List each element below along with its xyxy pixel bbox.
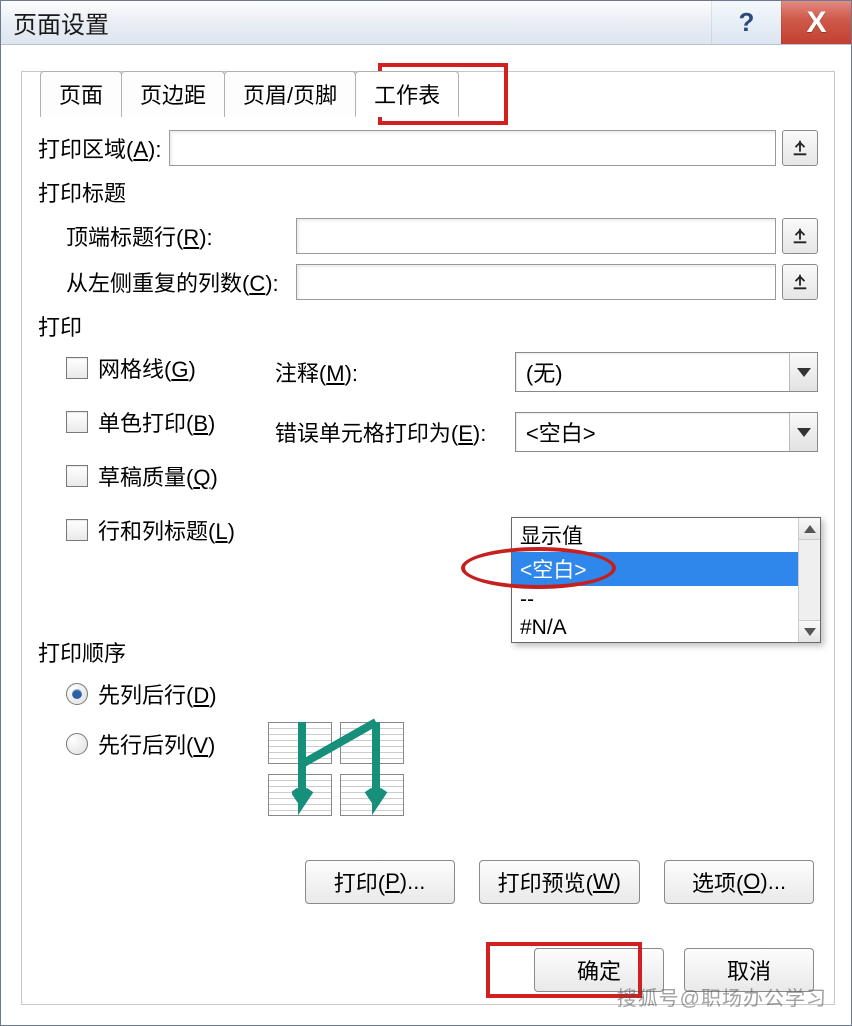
print-titles-label: 打印标题 <box>38 176 818 208</box>
black-white-checkbox[interactable]: 单色打印(B) <box>66 406 235 438</box>
close-icon: X <box>806 6 826 40</box>
comments-combo[interactable]: (无) <box>515 352 818 392</box>
print-section-label: 打印 <box>38 310 818 342</box>
draft-quality-checkbox[interactable]: 草稿质量(Q) <box>66 460 235 492</box>
print-button[interactable]: 打印(P)... <box>305 860 455 904</box>
radio-circle <box>66 683 88 705</box>
draft-quality-label: 草稿质量(Q) <box>98 460 218 492</box>
print-area-ref-button[interactable] <box>782 130 818 166</box>
errors-value: <空白> <box>526 416 596 448</box>
help-button[interactable]: ? <box>711 1 781 44</box>
tab-worksheet[interactable]: 工作表 <box>355 71 459 117</box>
gridlines-label: 网格线(G) <box>98 352 196 384</box>
checkbox-box <box>66 357 88 379</box>
top-rows-input[interactable] <box>296 218 776 254</box>
tab-header-footer[interactable]: 页眉/页脚 <box>224 71 356 117</box>
checkbox-box <box>66 411 88 433</box>
scroll-up-icon[interactable] <box>799 518 820 540</box>
collapse-icon <box>791 139 809 157</box>
ok-button[interactable]: 确定 <box>534 948 664 992</box>
checkbox-box <box>66 465 88 487</box>
dropdown-item-na[interactable]: #N/A <box>512 614 820 642</box>
over-then-down-label: 先行后列(V) <box>98 728 215 760</box>
chevron-down-icon <box>789 413 817 451</box>
row-col-headers-checkbox[interactable]: 行和列标题(L) <box>66 514 235 546</box>
dropdown-item-blank[interactable]: <空白> <box>512 552 820 586</box>
checkbox-box <box>66 519 88 541</box>
comments-value: (无) <box>526 356 563 388</box>
preview-sheet <box>268 722 332 764</box>
errors-label: 错误单元格打印为(E): <box>275 416 505 448</box>
print-preview-button[interactable]: 打印预览(W) <box>479 860 640 904</box>
gridlines-checkbox[interactable]: 网格线(G) <box>66 352 235 384</box>
collapse-icon <box>791 273 809 291</box>
preview-sheet <box>268 774 332 816</box>
collapse-icon <box>791 227 809 245</box>
down-then-over-label: 先列后行(D) <box>98 678 217 710</box>
left-cols-ref-button[interactable] <box>782 264 818 300</box>
dialog-content: 页面 页边距 页眉/页脚 工作表 打印区域(A): 打印标题 <box>21 71 835 1005</box>
radio-circle <box>66 733 88 755</box>
down-then-over-radio[interactable]: 先列后行(D) <box>66 678 818 710</box>
comments-label: 注释(M): <box>275 356 505 388</box>
over-then-down-radio[interactable]: 先行后列(V) <box>66 728 818 760</box>
top-rows-ref-button[interactable] <box>782 218 818 254</box>
row-col-headers-label: 行和列标题(L) <box>98 514 235 546</box>
black-white-label: 单色打印(B) <box>98 406 215 438</box>
print-area-input[interactable] <box>169 130 776 166</box>
cancel-button[interactable]: 取消 <box>684 948 814 992</box>
preview-sheet <box>340 774 404 816</box>
dropdown-scrollbar[interactable] <box>798 518 820 642</box>
title-bar[interactable]: 页面设置 ? X <box>1 1 851 45</box>
close-button[interactable]: X <box>781 1 851 44</box>
tab-margins[interactable]: 页边距 <box>121 71 225 117</box>
top-rows-label: 顶端标题行(R): <box>66 220 296 252</box>
chevron-down-icon <box>789 353 817 391</box>
print-area-row: 打印区域(A): <box>38 130 818 166</box>
scroll-down-icon[interactable] <box>799 620 820 642</box>
dialog-title: 页面设置 <box>13 5 109 40</box>
options-button[interactable]: 选项(O)... <box>664 860 814 904</box>
print-order-preview <box>268 722 412 817</box>
preview-sheet <box>340 722 404 764</box>
tab-page[interactable]: 页面 <box>40 71 122 117</box>
errors-combo[interactable]: <空白> <box>515 412 818 452</box>
errors-dropdown-list[interactable]: 显示值 <空白> -- #N/A <box>511 517 821 643</box>
help-icon: ? <box>739 7 755 38</box>
left-cols-label: 从左侧重复的列数(C): <box>66 266 296 298</box>
dropdown-item-dashes[interactable]: -- <box>512 586 820 614</box>
print-area-label: 打印区域(A): <box>38 132 161 164</box>
dropdown-item-display[interactable]: 显示值 <box>512 518 820 552</box>
left-cols-input[interactable] <box>296 264 776 300</box>
page-setup-dialog: 页面设置 ? X 页面 页边距 页眉/页脚 工作表 打印区域(A): <box>0 0 852 1026</box>
